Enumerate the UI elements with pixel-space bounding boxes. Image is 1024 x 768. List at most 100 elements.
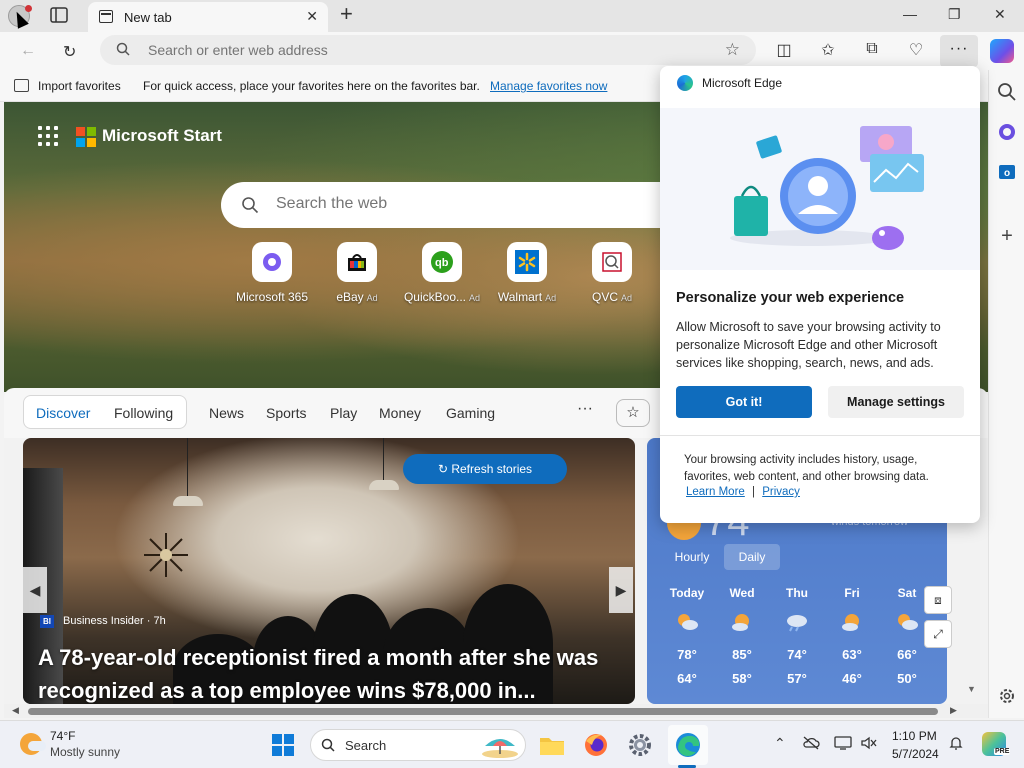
lamp-image: [173, 496, 203, 506]
day-low: 64°: [677, 671, 697, 686]
scroll-left-arrow[interactable]: ◀: [12, 705, 19, 716]
tab-discover[interactable]: Discover: [36, 405, 90, 421]
scroll-right-arrow[interactable]: ▶: [950, 705, 957, 716]
search-icon: [321, 738, 335, 752]
microsoft-365-icon[interactable]: [995, 120, 1019, 144]
personalize-star-icon[interactable]: ☆: [616, 399, 650, 427]
learn-more-link[interactable]: Learn More: [686, 486, 745, 498]
manage-settings-button[interactable]: Manage settings: [828, 386, 964, 418]
outlook-icon[interactable]: o: [995, 160, 1019, 184]
day-high: 63°: [842, 647, 862, 662]
story-headline[interactable]: A 78-year-old receptionist fired a month…: [38, 641, 618, 704]
firefox-icon[interactable]: [582, 731, 610, 759]
beach-umbrella-icon: [482, 739, 518, 758]
favorites-icon[interactable]: ✩: [818, 40, 838, 60]
toolbar: ← ↻ ☆ ◫ ✩ ⧉ ♡ ···: [0, 32, 1024, 70]
windows-start-icon[interactable]: [272, 734, 294, 756]
file-explorer-icon[interactable]: [538, 731, 566, 759]
sidebar-settings-icon[interactable]: [995, 684, 1019, 708]
popup-links: Learn More | Privacy: [686, 486, 800, 498]
app-launcher-icon[interactable]: [38, 126, 58, 146]
cloud-offline-icon[interactable]: [802, 735, 820, 751]
ebay-icon: [337, 242, 377, 282]
tab-money[interactable]: Money: [379, 405, 421, 421]
quickbooks-icon: qb: [422, 242, 462, 282]
edge-browser-icon[interactable]: [674, 731, 702, 759]
brand-title[interactable]: Microsoft Start: [102, 126, 222, 146]
show-hidden-icons-icon[interactable]: ⌃: [774, 735, 786, 752]
horizontal-scrollbar[interactable]: ◀ ▶: [4, 704, 988, 718]
import-favorites-button[interactable]: Import favorites: [38, 79, 121, 93]
new-tab-button[interactable]: +: [340, 3, 353, 25]
copilot-icon[interactable]: [990, 39, 1014, 63]
daily-toggle[interactable]: Daily: [724, 544, 780, 570]
privacy-link[interactable]: Privacy: [762, 486, 800, 498]
settings-gear-icon[interactable]: [626, 731, 654, 759]
taskbar-search-box[interactable]: Search: [310, 729, 526, 761]
refresh-button[interactable]: ↻: [63, 42, 76, 62]
tab-actions-button[interactable]: [50, 7, 70, 25]
taskbar-weather-temp: 74°F: [50, 729, 76, 743]
tab-following[interactable]: Following: [114, 405, 173, 421]
web-search-input[interactable]: [276, 195, 676, 213]
hourly-toggle[interactable]: Hourly: [662, 544, 722, 570]
split-screen-icon[interactable]: ◫: [774, 40, 794, 60]
quick-link-walmart[interactable]: Walmart Ad: [484, 242, 570, 304]
collections-icon[interactable]: ⧉: [862, 40, 882, 60]
restore-button[interactable]: ❐: [948, 6, 961, 23]
expand-icon[interactable]: ⤢: [924, 620, 952, 648]
forecast-toggle: Hourly Daily: [662, 544, 782, 570]
more-tabs-button[interactable]: ···: [577, 400, 593, 418]
day-high: 85°: [732, 647, 752, 662]
got-it-button[interactable]: Got it!: [676, 386, 812, 418]
search-icon: [242, 197, 259, 214]
favorites-hint: For quick access, place your favorites h…: [143, 79, 480, 93]
feed-mode-toggle: Discover Following: [23, 395, 187, 429]
background-image-info-icon[interactable]: ⧈: [924, 586, 952, 614]
refresh-stories-button[interactable]: ↻ Refresh stories: [403, 454, 567, 484]
quick-link-qvc[interactable]: QVC Ad: [569, 242, 655, 304]
previous-story-button[interactable]: ◀: [23, 567, 47, 613]
day-name: Today: [669, 586, 705, 600]
microsoft-logo: [76, 127, 96, 147]
browser-essentials-icon[interactable]: ♡: [906, 40, 926, 60]
quick-link-ebay[interactable]: eBay Ad: [314, 242, 400, 304]
taskbar-weather-condition: Mostly sunny: [50, 745, 121, 759]
top-story-card[interactable]: ↻ Refresh stories ◀ ▶ BI Business Inside…: [23, 438, 635, 704]
quick-link-label: eBay: [336, 290, 364, 304]
tab-news[interactable]: News: [209, 405, 244, 421]
manage-favorites-link[interactable]: Manage favorites now: [490, 79, 607, 93]
settings-and-more-button[interactable]: ···: [940, 35, 978, 67]
sidebar: o +: [988, 70, 1024, 718]
day-low: 46°: [842, 671, 862, 686]
address-input[interactable]: [148, 42, 688, 58]
scrollbar-thumb[interactable]: [28, 708, 938, 715]
scroll-down-arrow[interactable]: ▼: [967, 684, 976, 694]
personalization-popup: Microsoft Edge Personalize your web expe…: [660, 66, 980, 523]
address-bar[interactable]: ☆: [100, 35, 756, 65]
taskbar-search-label: Search: [345, 738, 387, 753]
tab-play[interactable]: Play: [330, 405, 357, 421]
notification-bell-icon[interactable]: [948, 735, 964, 751]
quick-link-microsoft-365[interactable]: Microsoft 365: [229, 242, 315, 304]
add-sidebar-app-icon[interactable]: +: [995, 224, 1019, 248]
volume-muted-icon[interactable]: [860, 735, 878, 751]
import-favorites-icon[interactable]: [14, 79, 29, 92]
tab-gaming[interactable]: Gaming: [446, 405, 495, 421]
search-icon[interactable]: [995, 80, 1019, 104]
favorite-star-icon[interactable]: ☆: [725, 40, 740, 60]
qvc-icon: [592, 242, 632, 282]
close-window-button[interactable]: ✕: [994, 6, 1006, 23]
taskbar: 74°F Mostly sunny Search ⌃ 1:10 PM 5/7/2…: [0, 720, 1024, 768]
tab-sports[interactable]: Sports: [266, 405, 306, 421]
back-button[interactable]: ←: [20, 42, 36, 60]
tab-new-tab[interactable]: New tab ✕: [88, 2, 328, 32]
quick-link-quickbooks[interactable]: qb QuickBoo... Ad: [399, 242, 485, 304]
cloud-icon: [28, 741, 46, 751]
network-icon[interactable]: [834, 735, 852, 751]
refresh-stories-label: Refresh stories: [451, 462, 533, 476]
next-story-button[interactable]: ▶: [609, 567, 633, 613]
minimize-button[interactable]: —: [903, 6, 917, 22]
popup-title: Microsoft Edge: [702, 76, 783, 90]
tab-close-icon[interactable]: ✕: [306, 8, 318, 25]
